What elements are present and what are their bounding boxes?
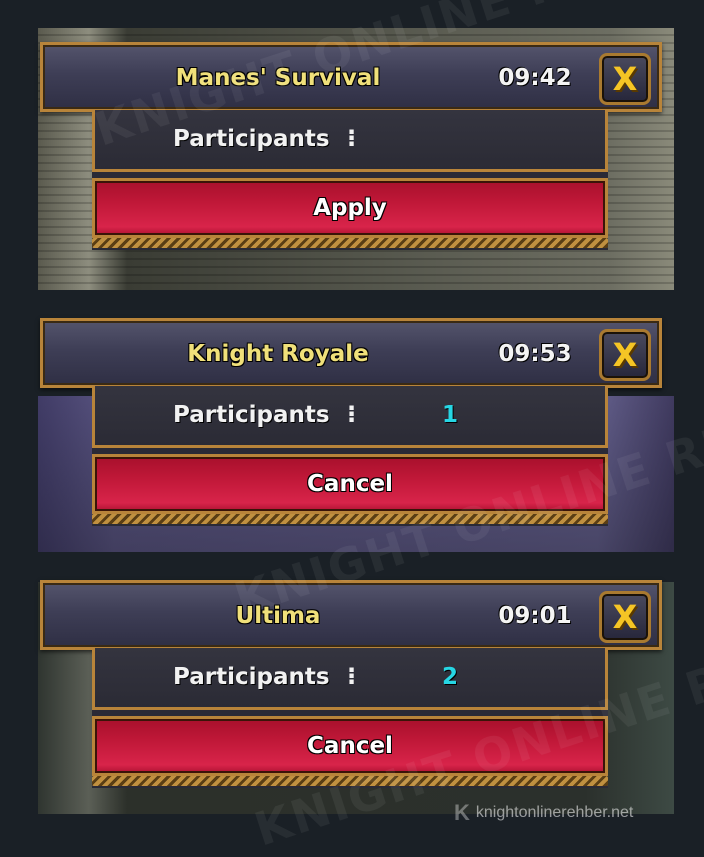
participants-separator: ⁝ xyxy=(347,662,357,690)
panel-titlebar: Manes' Survival 09:42 X xyxy=(40,42,662,112)
participants-separator: ⁝ xyxy=(347,400,357,428)
cancel-button[interactable]: Cancel xyxy=(92,716,608,776)
panel-rope-border xyxy=(92,238,608,248)
participants-row: Participants ⁝ 1 xyxy=(92,386,608,448)
event-panel-manes-survival: Manes' Survival 09:42 X Participants ⁝ A… xyxy=(40,42,664,262)
participants-count: 2 xyxy=(441,664,458,690)
participants-label: Participants xyxy=(173,126,330,152)
panel-body: Participants ⁝ 2 Cancel xyxy=(92,648,608,788)
participants-count: 1 xyxy=(441,402,458,428)
participants-label: Participants xyxy=(173,664,330,690)
panel-rope-border xyxy=(92,776,608,786)
participants-label: Participants xyxy=(173,402,330,428)
close-button[interactable]: X xyxy=(599,591,651,643)
event-panel-ultima: Ultima 09:01 X Participants ⁝ 2 Cancel xyxy=(40,580,664,810)
event-panel-knight-royale: Knight Royale 09:53 X Participants ⁝ 1 C… xyxy=(40,318,664,548)
panel-body: Participants ⁝ Apply xyxy=(92,110,608,250)
event-title: Knight Royale xyxy=(187,341,369,367)
panel-rope-border xyxy=(92,514,608,524)
participants-row: Participants ⁝ xyxy=(92,110,608,172)
close-button[interactable]: X xyxy=(599,53,651,105)
apply-button[interactable]: Apply xyxy=(92,178,608,238)
event-title: Ultima xyxy=(235,603,321,629)
participants-separator: ⁝ xyxy=(347,124,357,152)
watermark-site: knightonlinerehber.net xyxy=(475,804,634,821)
panel-titlebar: Ultima 09:01 X xyxy=(40,580,662,650)
event-timer: 09:42 xyxy=(498,65,572,91)
cancel-button[interactable]: Cancel xyxy=(92,454,608,514)
event-timer: 09:53 xyxy=(498,341,572,367)
event-title: Manes' Survival xyxy=(175,65,381,91)
panel-titlebar: Knight Royale 09:53 X xyxy=(40,318,662,388)
close-button[interactable]: X xyxy=(599,329,651,381)
participants-row: Participants ⁝ 2 xyxy=(92,648,608,710)
k-logo-icon: K xyxy=(454,800,470,825)
watermark-logo: K knightonlinerehber.net xyxy=(454,800,633,826)
event-timer: 09:01 xyxy=(498,603,572,629)
panel-body: Participants ⁝ 1 Cancel xyxy=(92,386,608,526)
